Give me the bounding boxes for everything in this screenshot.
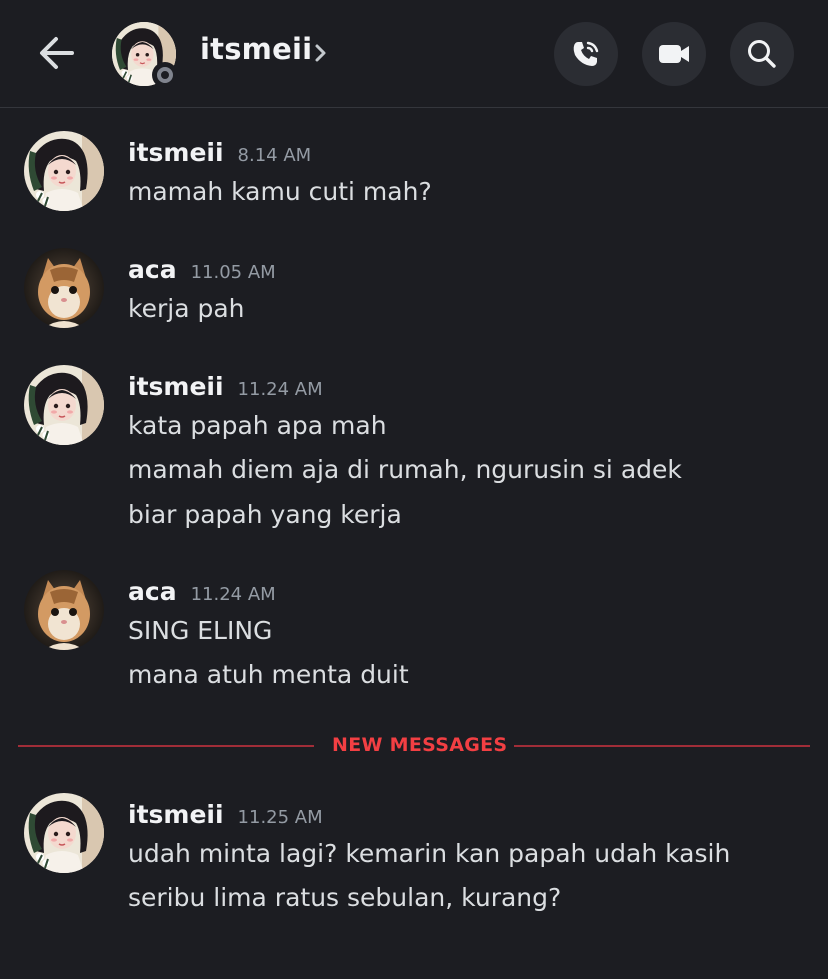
back-button[interactable] — [34, 30, 80, 76]
video-call-button[interactable] — [642, 22, 706, 86]
new-messages-divider-right — [514, 745, 810, 747]
girl-avatar[interactable] — [24, 793, 104, 873]
message-timestamp: 11.24 AM — [190, 584, 276, 605]
message-text: kata papah apa mah — [128, 411, 387, 440]
arrow-left-icon — [40, 37, 74, 69]
new-messages-label: NEW MESSAGES — [332, 734, 508, 756]
message-timestamp: 11.25 AM — [237, 807, 323, 828]
cat-avatar[interactable] — [24, 248, 104, 328]
message-text: seribu lima ratus sebulan, kurang? — [128, 883, 562, 912]
message-timestamp: 8.14 AM — [237, 145, 312, 166]
video-camera-icon — [659, 45, 689, 63]
call-button[interactable] — [554, 22, 618, 86]
search-icon — [748, 40, 776, 68]
chevron-right-icon[interactable] — [312, 39, 330, 67]
message-author[interactable]: aca — [128, 577, 177, 606]
cat-avatar[interactable] — [24, 570, 104, 650]
message-text: kerja pah — [128, 294, 245, 323]
message-text: biar papah yang kerja — [128, 500, 402, 529]
girl-avatar[interactable] — [24, 131, 104, 211]
message-timestamp: 11.05 AM — [190, 262, 276, 283]
phone-call-icon — [573, 41, 599, 66]
message-author[interactable]: aca — [128, 255, 177, 284]
message-text: mana atuh menta duit — [128, 660, 409, 689]
message-text: mamah kamu cuti mah? — [128, 177, 432, 206]
message-text: udah minta lagi? kemarin kan papah udah … — [128, 839, 731, 868]
chat-header: itsmeii — [0, 0, 828, 108]
message-author[interactable]: itsmeii — [128, 138, 224, 167]
message-text: mamah diem aja di rumah, ngurusin si ade… — [128, 455, 682, 484]
offline-status-icon — [152, 62, 178, 88]
channel-title[interactable]: itsmeii — [200, 32, 312, 66]
message-timestamp: 11.24 AM — [237, 379, 323, 400]
message-author[interactable]: itsmeii — [128, 372, 224, 401]
girl-avatar[interactable] — [24, 365, 104, 445]
message-text: SING ELING — [128, 616, 273, 645]
new-messages-divider-left — [18, 745, 314, 747]
search-button[interactable] — [730, 22, 794, 86]
message-author[interactable]: itsmeii — [128, 800, 224, 829]
